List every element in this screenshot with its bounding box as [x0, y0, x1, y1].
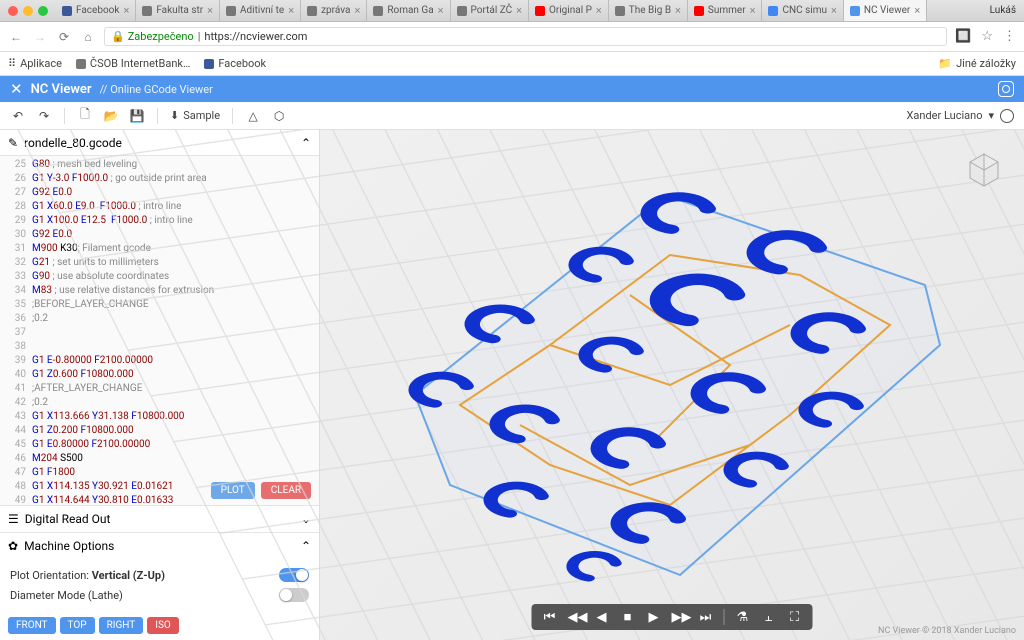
user-dropdown-icon[interactable]: ▾ — [988, 109, 994, 122]
measure-icon[interactable]: ⫠ — [761, 610, 777, 625]
browser-user-label: Lukáš — [982, 5, 1024, 16]
csob-bookmark[interactable]: ČSOB InternetBank… — [76, 57, 190, 70]
fullscreen-icon[interactable]: ⛶ — [787, 610, 803, 625]
browser-tab[interactable]: The Big B× — [609, 0, 688, 21]
plot-orientation-label: Plot Orientation: Vertical (Z-Up) — [10, 569, 165, 582]
url-input[interactable]: 🔒 Zabezpečeno | https://ncviewer.com — [104, 27, 947, 46]
app-title: NC Viewer — [31, 82, 92, 97]
diameter-mode-label: Diameter Mode (Lathe) — [10, 589, 123, 602]
edit-icon[interactable]: ✎ — [8, 136, 18, 150]
browser-tab[interactable]: Original P× — [529, 0, 609, 21]
reload-icon[interactable]: ⟳ — [56, 30, 72, 44]
browser-tab[interactable]: Roman Ga× — [367, 0, 450, 21]
browser-tab[interactable]: Portál ZČ× — [451, 0, 529, 21]
stop-icon[interactable]: ■ — [620, 609, 636, 625]
home-icon[interactable]: ⌂ — [80, 30, 96, 44]
minimize-window-icon[interactable] — [23, 6, 33, 16]
view-top-button[interactable]: TOP — [60, 617, 95, 634]
play-icon[interactable]: ▶ — [646, 610, 662, 625]
browser-tab[interactable]: Aditivní te× — [220, 0, 301, 21]
browser-tab[interactable]: CNC simu× — [762, 0, 843, 21]
close-window-icon[interactable] — [8, 6, 18, 16]
view-front-button[interactable]: FRONT — [8, 617, 56, 634]
save-icon[interactable]: 💾 — [129, 109, 145, 123]
maximize-window-icon[interactable] — [38, 6, 48, 16]
browser-tab[interactable]: Fakulta str× — [136, 0, 220, 21]
browser-tab[interactable]: Facebook× — [56, 0, 136, 21]
window-controls — [0, 6, 56, 16]
dropbox-icon[interactable]: ⬡ — [271, 109, 287, 123]
other-bookmarks[interactable]: 📁 Jiné záložky — [938, 57, 1016, 70]
browser-tab[interactable]: Summer× — [688, 0, 763, 21]
instagram-icon[interactable] — [998, 81, 1014, 97]
sample-button[interactable]: ⬇ Sample — [170, 109, 220, 122]
browser-tab[interactable]: zpráva× — [301, 0, 367, 21]
user-name[interactable]: Xander Luciano — [907, 109, 983, 122]
google-drive-icon[interactable]: △ — [245, 109, 261, 123]
star-icon[interactable]: ☆ — [981, 29, 993, 44]
new-file-icon[interactable]: 🗋 — [77, 105, 93, 126]
bookmarks-bar: ⠿ Aplikace ČSOB InternetBank… Facebook 📁… — [0, 52, 1024, 76]
media-icon[interactable]: 🔲 — [955, 29, 971, 44]
redo-icon[interactable]: ↷ — [36, 109, 52, 123]
browser-tab[interactable]: NC Viewer× — [844, 0, 927, 21]
app-header: ✕ NC Viewer // Online GCode Viewer — [0, 76, 1024, 102]
close-app-icon[interactable]: ✕ — [10, 80, 23, 98]
menu-icon[interactable]: ⋮ — [1003, 29, 1016, 44]
tool-icon[interactable]: ⚗ — [735, 610, 751, 625]
footer-credit: NC Viewer © 2018 Xander Luciano — [878, 626, 1016, 636]
view-cube[interactable] — [964, 150, 1004, 190]
app-subtitle: // Online GCode Viewer — [100, 83, 213, 96]
playback-controls: ⏮ ◀◀ ◀ ■ ▶ ▶▶ ⏭ ⚗ ⫠ ⛶ — [532, 604, 813, 630]
3d-viewer[interactable]: ⏮ ◀◀ ◀ ■ ▶ ▶▶ ⏭ ⚗ ⫠ ⛶ NC Viewer © 2018 X… — [320, 130, 1024, 640]
gcode-plot — [350, 175, 990, 595]
back-icon[interactable]: ← — [8, 30, 24, 44]
list-icon: ☰ — [8, 512, 19, 526]
lock-icon: 🔒 Zabezpečeno — [111, 30, 194, 43]
undo-icon[interactable]: ↶ — [10, 109, 26, 123]
open-folder-icon[interactable]: 📂 — [103, 109, 119, 123]
rewind-icon[interactable]: ◀◀ — [568, 610, 584, 625]
apps-bookmark[interactable]: ⠿ Aplikace — [8, 57, 62, 70]
gear-small-icon: ✿ — [8, 539, 18, 553]
url-text: https://ncviewer.com — [204, 30, 307, 43]
app-toolbar: ↶ ↷ 🗋 📂 💾 ⬇ Sample △ ⬡ Xander Luciano ▾ — [0, 102, 1024, 130]
step-back-icon[interactable]: ◀ — [594, 610, 610, 625]
skip-end-icon[interactable]: ⏭ — [698, 610, 714, 625]
view-right-button[interactable]: RIGHT — [99, 617, 144, 634]
step-fwd-icon[interactable]: ▶▶ — [672, 610, 688, 625]
gear-icon[interactable] — [1000, 109, 1014, 123]
browser-tab-bar: Facebook×Fakulta str×Aditivní te×zpráva×… — [0, 0, 1024, 22]
facebook-bookmark[interactable]: Facebook — [204, 57, 266, 70]
address-bar: ← → ⟳ ⌂ 🔒 Zabezpečeno | https://ncviewer… — [0, 22, 1024, 52]
view-iso-button[interactable]: ISO — [147, 617, 179, 634]
skip-start-icon[interactable]: ⏮ — [542, 610, 558, 625]
forward-icon[interactable]: → — [32, 30, 48, 44]
